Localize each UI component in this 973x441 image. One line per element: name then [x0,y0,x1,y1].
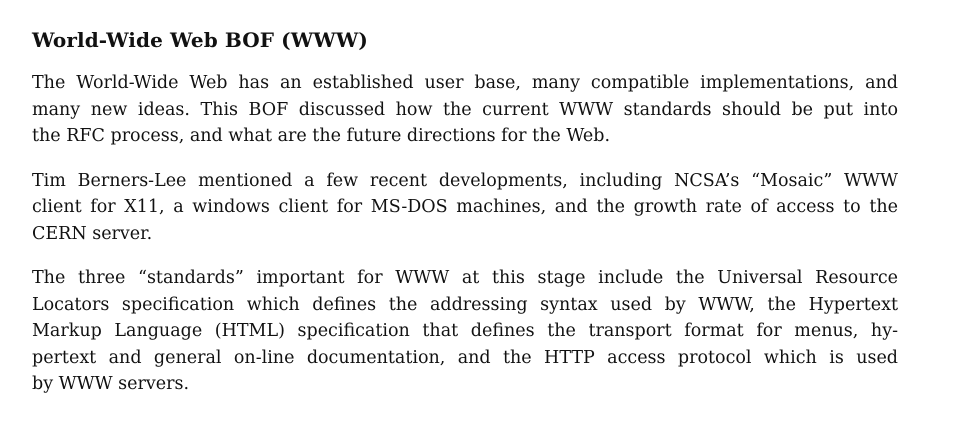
paragraph-developments: Tim Berners-Lee mentioned a few recent d… [32,168,932,248]
text-line: pertext and general on-line documentatio… [32,347,898,368]
section-heading: World-Wide Web BOF (WWW) [32,28,368,52]
paragraph-standards: The three “standards” important for WWW … [32,265,932,398]
text-line: The three “standards” important for WWW … [32,268,898,288]
text-line: Locators specification which defines the… [32,294,898,315]
text-line: Markup Language (HTML) specification tha… [32,321,898,341]
text-line: CERN server. [32,223,153,244]
document-page: World-Wide Web BOF (WWW) The World-Wide … [32,26,932,416]
text-line: client for X11, a windows client for MS-… [32,197,898,217]
text-line: the RFC process, and what are the future… [32,126,611,146]
text-line: The World-Wide Web has an established us… [32,73,898,93]
text-line: by WWW servers. [32,374,190,394]
paragraph-intro: The World-Wide Web has an established us… [32,70,932,150]
text-line: Tim Berners-Lee mentioned a few recent d… [32,170,898,191]
text-line: many new ideas. This BOF discussed how t… [32,99,898,120]
